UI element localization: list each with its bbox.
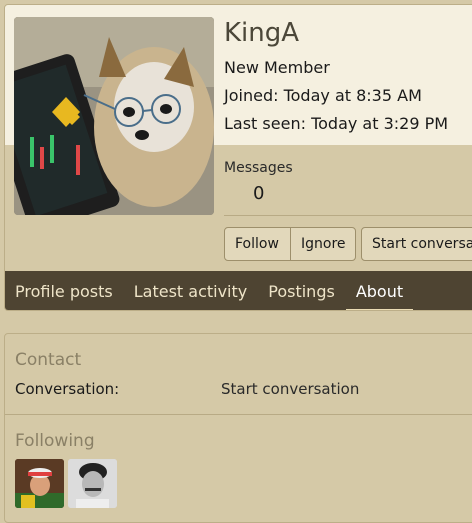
profile-user-title: New Member <box>224 58 330 77</box>
cap-man-avatar-icon <box>15 459 64 508</box>
messages-count[interactable]: 0 <box>253 183 264 204</box>
last-seen-label: Last seen: <box>224 114 306 133</box>
section-divider <box>5 414 472 415</box>
stats-divider <box>224 215 472 216</box>
profile-tab-bar: Profile posts Latest activity Postings A… <box>5 271 472 310</box>
conversation-link[interactable]: Start conversation <box>221 380 359 398</box>
dog-avatar-icon <box>14 17 214 215</box>
tab-profile-posts[interactable]: Profile posts <box>15 271 113 310</box>
contact-heading: Contact <box>15 350 82 370</box>
mustache-man-avatar-icon <box>68 459 117 508</box>
follow-button[interactable]: Follow <box>224 227 291 261</box>
conversation-label: Conversation: <box>15 380 120 398</box>
about-card: Contact Conversation: Start conversation… <box>4 333 472 523</box>
joined-value: Today at 8:35 AM <box>283 86 422 105</box>
profile-avatar[interactable] <box>14 17 214 215</box>
follower-avatar-1[interactable] <box>15 459 64 508</box>
following-heading: Following <box>15 431 95 451</box>
last-seen-value: Today at 3:29 PM <box>311 114 449 133</box>
joined-label: Joined: <box>224 86 279 105</box>
tab-about[interactable]: About <box>345 271 414 310</box>
last-seen-line: Last seen: Today at 3:29 PM <box>224 114 448 133</box>
profile-username: KingA <box>224 18 300 48</box>
joined-line: Joined: Today at 8:35 AM <box>224 86 422 105</box>
profile-card: KingA New Member Joined: Today at 8:35 A… <box>4 4 472 311</box>
tab-latest-activity[interactable]: Latest activity <box>134 271 248 310</box>
messages-label: Messages <box>224 160 293 176</box>
tab-postings[interactable]: Postings <box>268 271 335 310</box>
ignore-button[interactable]: Ignore <box>290 227 356 261</box>
follower-avatar-2[interactable] <box>68 459 117 508</box>
start-conversation-button[interactable]: Start conversation <box>361 227 472 261</box>
